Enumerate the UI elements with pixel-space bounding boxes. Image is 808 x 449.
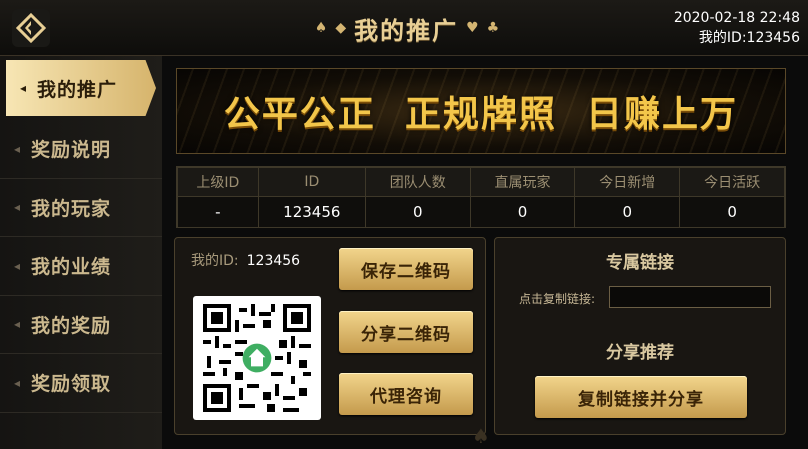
agent-consult-button[interactable]: 代理咨询 xyxy=(339,373,473,415)
stats-value-cell: 0 xyxy=(679,196,785,228)
stats-header-cell: 今日新增 xyxy=(574,167,681,197)
stats-header-cell: 直属玩家 xyxy=(469,167,576,197)
datetime-text: 2020-02-18 22:48 xyxy=(673,10,800,26)
copy-link-label: 点击复制链接: xyxy=(519,292,596,306)
stats-header-cell: 团队人数 xyxy=(364,167,471,197)
sidebar-item-label: 我的推广 xyxy=(37,78,118,101)
spade-decoration-icon: ♠ xyxy=(472,424,490,448)
chevron-left-icon: ◂ xyxy=(20,81,28,95)
share-qr-button[interactable]: 分享二维码 xyxy=(339,311,473,353)
stats-value-cell: 0 xyxy=(364,196,471,228)
sidebar-item-label: 我的业绩 xyxy=(31,256,112,279)
stats-header-cell: 上级ID xyxy=(177,167,259,197)
link-panel: 专属链接 点击复制链接: 分享推荐 复制链接并分享 xyxy=(494,237,786,435)
header-my-id: 我的ID:123456 xyxy=(698,30,800,46)
header-bar: ♠ ◆ 我的推广 ♥ ♣ 2020-02-18 22:48 我的ID:12345… xyxy=(0,0,808,56)
stats-value-cell: 0 xyxy=(469,196,576,228)
chevron-left-icon: ◂ xyxy=(14,200,22,215)
diamond-icon: ◆ xyxy=(335,20,347,36)
chevron-left-icon: ◂ xyxy=(14,258,22,273)
my-id-row: 我的ID: 123456 xyxy=(191,250,300,270)
exclusive-link-title: 专属链接 xyxy=(606,253,674,273)
qr-code xyxy=(193,296,321,420)
qr-panel: 我的ID: 123456 保存二维码 分享二维码 代理咨询 xyxy=(174,237,486,435)
my-id-value: 123456 xyxy=(246,253,301,269)
stats-value-cell: 0 xyxy=(574,196,681,228)
stats-header-cell: ID xyxy=(257,167,366,197)
qr-code-icon xyxy=(203,304,311,412)
stats-header-cell: 今日活跃 xyxy=(679,167,785,197)
page-title: 我的推广 xyxy=(354,16,459,45)
spade-icon: ♠ xyxy=(314,20,328,36)
stats-value-row: - 123456 0 0 0 0 xyxy=(177,196,785,228)
sidebar-item-my-players[interactable]: ◂ 我的玩家 xyxy=(0,179,162,237)
banner-slogan: 公平公正 正规牌照 日赚上万 xyxy=(223,94,739,135)
copy-and-share-button[interactable]: 复制链接并分享 xyxy=(535,376,747,418)
sidebar-item-my-promotion[interactable]: ◂ 我的推广 xyxy=(6,60,156,116)
chevron-left-icon: ◂ xyxy=(14,317,22,332)
chevron-left-icon: ◂ xyxy=(14,141,22,156)
save-qr-button[interactable]: 保存二维码 xyxy=(339,248,473,290)
sidebar-item-label: 我的奖励 xyxy=(31,314,112,337)
title-group: ♠ ◆ 我的推广 ♥ ♣ xyxy=(292,12,522,45)
sidebar-item-my-rewards[interactable]: ◂ 我的奖励 xyxy=(0,296,162,354)
back-button[interactable] xyxy=(12,9,50,47)
heart-icon: ♥ xyxy=(466,20,479,36)
header-info: 2020-02-18 22:48 我的ID:123456 xyxy=(674,8,800,48)
sidebar-item-label: 奖励领取 xyxy=(31,373,112,396)
link-field[interactable] xyxy=(609,286,771,308)
sidebar-item-reward-info[interactable]: ◂ 奖励说明 xyxy=(0,120,162,179)
club-icon: ♣ xyxy=(486,20,500,36)
sidebar-item-label: 奖励说明 xyxy=(31,139,112,162)
stats-value-cell: - xyxy=(177,196,259,228)
back-arrow-icon xyxy=(16,13,46,43)
sidebar-item-my-performance[interactable]: ◂ 我的业绩 xyxy=(0,237,162,296)
stats-header-row: 上级ID ID 团队人数 直属玩家 今日新增 今日活跃 xyxy=(177,167,785,197)
my-id-label: 我的ID: xyxy=(191,253,239,269)
stats-table: 上级ID ID 团队人数 直属玩家 今日新增 今日活跃 - 123456 0 0… xyxy=(176,166,786,228)
sidebar-item-claim-rewards[interactable]: ◂ 奖励领取 xyxy=(0,354,162,413)
chevron-left-icon: ◂ xyxy=(14,375,22,390)
share-recommend-title: 分享推荐 xyxy=(606,343,674,363)
promo-banner: 公平公正 正规牌照 日赚上万 xyxy=(176,68,786,154)
stats-value-cell: 123456 xyxy=(257,196,366,228)
sidebar: ◂ 我的推广 ◂ 奖励说明 ◂ 我的玩家 ◂ 我的业绩 ◂ 我的奖励 ◂ 奖励领… xyxy=(0,56,162,449)
sidebar-item-label: 我的玩家 xyxy=(31,197,112,220)
